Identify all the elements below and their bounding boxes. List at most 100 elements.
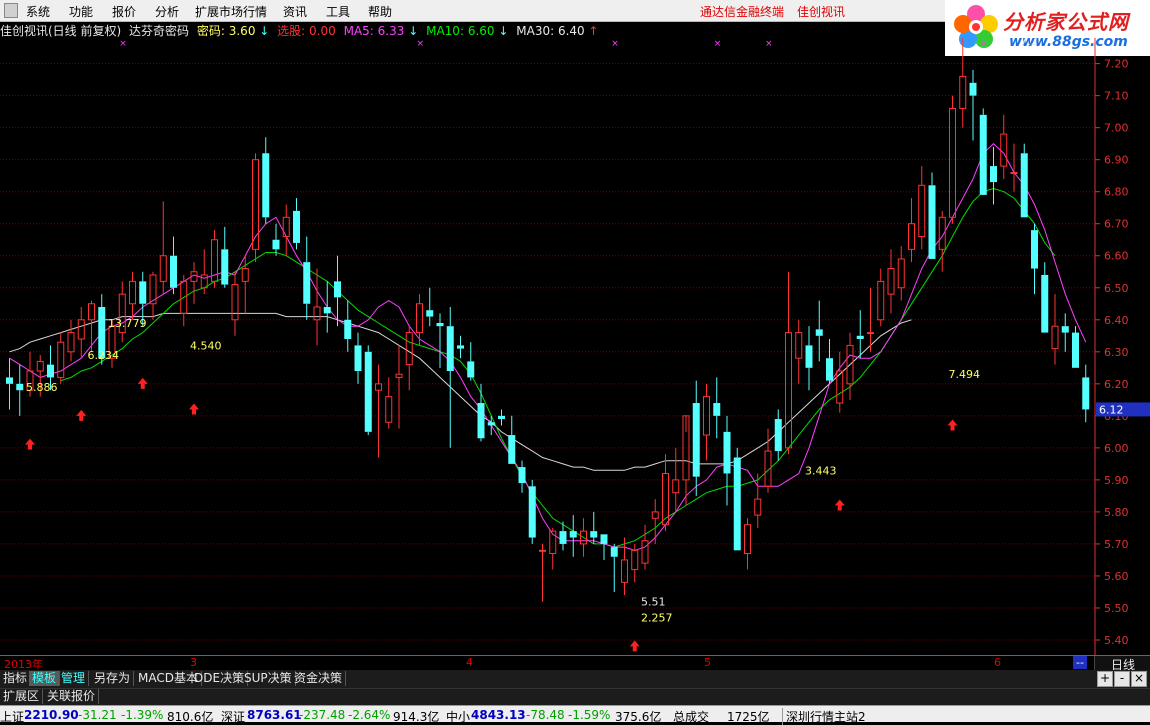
menu-news[interactable]: 资讯 (283, 3, 307, 20)
price-annotation: 5.51 (641, 596, 666, 609)
menu-extended-market[interactable]: 扩展市场行情 (195, 3, 267, 20)
menu-quote[interactable]: 报价 (112, 3, 136, 20)
menu-system[interactable]: 系统 (26, 3, 50, 20)
candle-body (672, 479, 680, 494)
signal-marker-icon: × (611, 39, 619, 49)
y-tick-label: 5.70 (1104, 538, 1129, 551)
y-tick-label: 6.90 (1104, 154, 1129, 167)
status-bar: 上证 2210.90 -31.21 -1.39% 810.6亿 深证 8763.… (0, 705, 1150, 725)
candle-body (928, 185, 936, 259)
price-annotation: 13.779 (108, 317, 147, 330)
candle-body (344, 319, 352, 339)
buy-arrow-icon (947, 419, 958, 431)
indicator-info-line: 佳创视讯(日线 前复权) 达芬奇密码 密码: 3.60 ↓ 选股: 0.00 M… (0, 22, 603, 38)
candle-body (651, 511, 659, 519)
candle-body (805, 345, 813, 368)
remove-button[interactable]: - (1114, 671, 1130, 687)
date-label: 4 (466, 656, 473, 669)
y-tick-label: 5.80 (1104, 506, 1129, 519)
candle-body (1072, 332, 1079, 368)
candle-body (36, 360, 44, 372)
candle-body (405, 332, 413, 366)
ma30-value: 6.40 (557, 24, 585, 38)
y-tick-label: 5.60 (1104, 570, 1129, 583)
candle-body (436, 322, 444, 327)
buy-arrow-icon (189, 403, 199, 415)
candle-body (856, 335, 864, 339)
period-selector[interactable]: 日线 (1094, 656, 1150, 672)
menu-analysis[interactable]: 分析 (155, 3, 179, 20)
tab-manage[interactable]: 管理 (58, 671, 90, 686)
sh-index-change: -31.21 (78, 708, 117, 722)
candle-body (887, 268, 895, 295)
stock-title: 佳创视讯(日线 前复权) (0, 24, 122, 38)
indicator-tab-bar: 指标 模板 管理 另存为 MACD基本 DDE决策 SUP决策 资金决策 + -… (0, 670, 1150, 688)
candle-body (221, 249, 229, 285)
candle-body (313, 306, 321, 321)
candle-body (282, 216, 290, 238)
candle-body (1051, 325, 1059, 350)
candle-body (559, 531, 567, 544)
candle-body (446, 326, 454, 372)
sz-index-pct: -2.64% (348, 708, 391, 722)
candle-body (323, 306, 331, 314)
price-annotation: 3.443 (805, 464, 837, 477)
menu-tools[interactable]: 工具 (326, 3, 350, 20)
tab-extension-area[interactable]: 扩展区 (0, 689, 44, 704)
terminal-title-link[interactable]: 通达信金融终端 (700, 3, 784, 20)
y-tick-label: 6.30 (1104, 346, 1129, 359)
tab-save-as[interactable]: 另存为 (91, 671, 135, 686)
candle-body (508, 435, 516, 464)
candle-body (293, 210, 300, 243)
candle-body (877, 280, 885, 321)
y-tick-label: 7.00 (1104, 122, 1129, 135)
menu-function[interactable]: 功能 (69, 3, 93, 20)
scroll-marker[interactable]: -- (1073, 656, 1087, 669)
candle-body (231, 284, 239, 321)
candle-body (129, 280, 136, 305)
tab-fund[interactable]: 资金决策 (291, 671, 347, 686)
candle-body (426, 310, 434, 317)
ma30-label: MA30: (516, 24, 555, 38)
ma5-label: MA5: (343, 24, 374, 38)
candle-body (867, 332, 874, 335)
tab-sup[interactable]: SUP决策 (241, 671, 296, 686)
y-tick-label: 6.00 (1104, 442, 1129, 455)
candle-body (139, 281, 147, 304)
tab-indicator[interactable]: 指标 (0, 671, 32, 686)
candle-body (1041, 274, 1049, 333)
sz-index-label: 深证 (221, 710, 246, 724)
candle-body (1061, 326, 1069, 333)
tab-template[interactable]: 模板 (29, 671, 61, 686)
quote-station[interactable]: 深圳行情主站2 (782, 708, 866, 725)
price-annotation: 4.540 (190, 339, 222, 352)
price-annotation: 7.2 (1020, 38, 1038, 48)
y-tick-label: 6.80 (1104, 186, 1129, 199)
candle-body (723, 431, 731, 474)
candle-body (1020, 153, 1028, 218)
total-turnover-label: 总成交 (673, 710, 710, 724)
kline-chart[interactable]: 5.886 6.234 13.779 4.540 5.51 2.257 3.443 7.494… (0, 38, 1150, 656)
add-button[interactable]: + (1097, 671, 1113, 687)
price-annotation: 6.234 (88, 349, 120, 362)
stock-name-link[interactable]: 佳创视讯 (797, 3, 845, 20)
candle-body (733, 457, 741, 551)
close-button[interactable]: × (1131, 671, 1147, 687)
candle-body (1000, 133, 1008, 167)
date-label: 3 (190, 656, 197, 669)
candle-body (395, 373, 403, 378)
sme-index-label: 中小 (446, 710, 471, 724)
candle-body (621, 559, 628, 583)
signal-marker-icon: × (980, 39, 988, 49)
y-tick-label: 6.20 (1104, 378, 1129, 391)
app-icon (4, 3, 18, 18)
tab-dde[interactable]: DDE决策 (191, 671, 249, 686)
menu-help[interactable]: 帮助 (368, 3, 392, 20)
candle-body (159, 255, 167, 282)
tab-related-quote[interactable]: 关联报价 (44, 689, 100, 704)
date-label: 6 (994, 656, 1001, 669)
total-turnover-value: 1725亿 (727, 710, 770, 724)
candle-body (692, 403, 700, 477)
down-arrow-icon: ↓ (408, 24, 419, 38)
candle-body (487, 422, 495, 426)
